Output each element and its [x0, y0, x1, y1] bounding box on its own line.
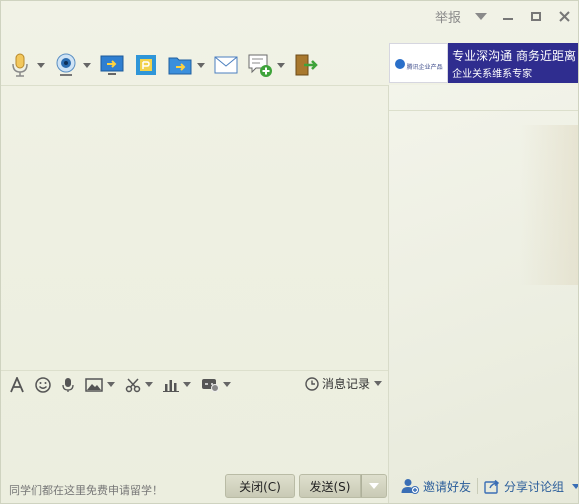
message-history-button[interactable]: 消息记录	[305, 375, 382, 392]
chat-pane: 消息记录	[1, 85, 388, 503]
chevron-down-icon	[183, 382, 191, 387]
close-icon	[558, 10, 570, 22]
poll-button[interactable]	[163, 378, 191, 392]
exit-icon	[293, 52, 319, 78]
microphone-icon	[62, 377, 74, 392]
send-options-button[interactable]	[361, 474, 387, 498]
chevron-down-icon	[145, 382, 153, 387]
whiteboard-icon	[133, 52, 159, 78]
image-icon	[85, 377, 103, 392]
chevron-down-icon	[197, 62, 205, 68]
app-tools-icon	[202, 378, 219, 392]
scissors-icon	[125, 377, 141, 392]
chevron-down-icon	[374, 381, 382, 386]
member-pane-header	[389, 85, 578, 111]
ad-subline: 企业关系维系专家	[452, 68, 533, 80]
webcam-icon	[53, 52, 79, 78]
smiley-icon	[35, 376, 51, 393]
microphone-icon	[7, 52, 33, 78]
triangle-down-icon	[475, 12, 487, 20]
footer-separator	[477, 478, 478, 494]
chevron-down-icon	[37, 62, 45, 68]
share-discussion-button[interactable]: 分享讨论组	[484, 478, 578, 495]
chevron-down-icon	[83, 62, 91, 68]
add-user-icon	[401, 479, 419, 494]
close-button[interactable]: 关闭(C)	[225, 474, 295, 498]
exit-discussion-button[interactable]	[293, 48, 319, 82]
share-icon	[484, 479, 500, 494]
voice-message-button[interactable]	[61, 377, 75, 393]
ad-banner[interactable]: 腾讯企业产品 专业深沟通 商务近距离 企业关系维系专家	[389, 43, 578, 83]
member-pane	[389, 85, 578, 503]
share-discussion-label: 分享讨论组	[503, 479, 564, 494]
background-decoration	[520, 125, 578, 285]
screenshot-button[interactable]	[125, 377, 153, 393]
send-image-button[interactable]	[85, 377, 115, 392]
font-icon	[10, 376, 24, 392]
minimize-button[interactable]	[494, 1, 522, 31]
emoji-button[interactable]	[35, 376, 51, 393]
email-icon	[213, 52, 239, 78]
video-call-button[interactable]	[53, 48, 91, 82]
create-discussion-button[interactable]	[247, 48, 285, 82]
close-label: 关闭(C)	[239, 479, 281, 494]
ad-logo-text: 腾讯企业产品	[406, 63, 443, 71]
input-toolbar: 消息记录	[1, 370, 388, 398]
screen-share-icon	[99, 52, 125, 78]
menu-dropdown-button[interactable]	[468, 1, 494, 31]
send-file-icon	[167, 52, 193, 78]
report-button[interactable]: 举报	[428, 1, 468, 31]
send-email-button[interactable]	[213, 48, 239, 82]
ad-logo: 腾讯企业产品	[389, 43, 449, 83]
screen-share-button[interactable]	[99, 48, 125, 82]
chat-toolbar	[1, 45, 388, 85]
bar-chart-icon	[163, 379, 179, 392]
maximize-button[interactable]	[522, 1, 550, 31]
maximize-icon	[531, 11, 541, 21]
history-label: 消息记录	[321, 377, 370, 391]
chevron-down-icon	[107, 382, 115, 387]
font-button[interactable]	[9, 376, 25, 393]
send-button[interactable]: 发送(S)	[299, 474, 361, 498]
chevron-down-icon	[223, 382, 231, 387]
promo-notice-link[interactable]: 同学们都在这里免费申请留学！	[9, 482, 163, 498]
invite-friends-button[interactable]: 邀请好友	[401, 478, 471, 495]
voice-call-button[interactable]	[7, 48, 45, 82]
chevron-down-icon	[572, 483, 578, 489]
chat-window: 举报 腾讯企业产品 专业深沟通 商务近距离 企业关系维系专家 消息记录 同学们都…	[0, 0, 579, 504]
invite-friends-label: 邀请好友	[423, 479, 472, 494]
send-file-button[interactable]	[167, 48, 205, 82]
whiteboard-button[interactable]	[133, 48, 159, 82]
minimize-icon	[503, 18, 513, 20]
message-input[interactable]	[1, 398, 388, 468]
ad-text: 专业深沟通 商务近距离 企业关系维系专家	[448, 43, 578, 83]
member-pane-footer: 邀请好友 分享讨论组	[389, 471, 578, 501]
triangle-down-icon	[369, 483, 379, 489]
title-controls: 举报	[418, 1, 578, 31]
tencent-logo-icon	[394, 59, 405, 69]
chevron-down-icon	[277, 62, 285, 68]
report-label: 举报	[434, 10, 461, 26]
clock-icon	[305, 376, 319, 391]
ad-headline: 专业深沟通 商务近距离	[452, 48, 576, 63]
create-discussion-icon	[247, 52, 273, 78]
message-display-area[interactable]	[1, 85, 388, 370]
more-tools-button[interactable]	[201, 378, 231, 392]
send-label: 发送(S)	[309, 479, 351, 494]
close-window-button[interactable]	[550, 1, 578, 31]
